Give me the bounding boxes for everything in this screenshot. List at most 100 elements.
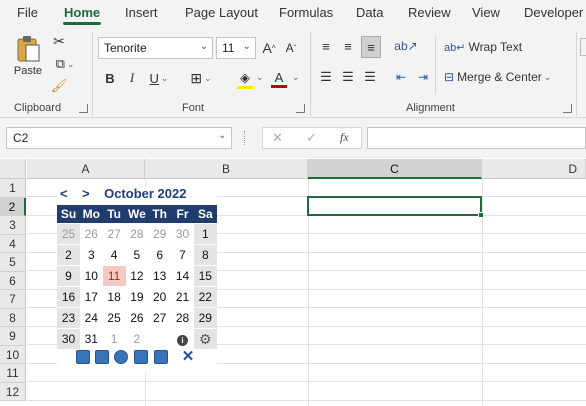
- calendar-day[interactable]: 26: [125, 308, 148, 328]
- grow-font-button[interactable]: A ^: [260, 38, 278, 58]
- calendar-day[interactable]: 20: [148, 287, 171, 307]
- tab-insert[interactable]: Insert: [125, 5, 158, 20]
- calendar-day[interactable]: 10: [80, 266, 103, 286]
- calendar-view-button[interactable]: [154, 350, 168, 364]
- row-header-5[interactable]: 5: [0, 253, 26, 272]
- calendar-day[interactable]: 8: [193, 245, 217, 265]
- calendar-day[interactable]: 28: [125, 224, 148, 244]
- tab-data[interactable]: Data: [356, 5, 383, 20]
- calendar-day[interactable]: 29: [148, 224, 171, 244]
- select-all-corner[interactable]: [0, 159, 26, 179]
- top-align-button[interactable]: ≡: [317, 37, 335, 55]
- row-header-9[interactable]: 9: [0, 327, 26, 346]
- calendar-day[interactable]: 28: [171, 308, 194, 328]
- row-header-12[interactable]: 12: [0, 382, 26, 401]
- prev-month-button[interactable]: <: [60, 186, 68, 201]
- row-header-4[interactable]: 4: [0, 234, 26, 253]
- calendar-day[interactable]: 18: [103, 287, 126, 307]
- chevron-down-icon[interactable]: ⌄: [218, 130, 226, 141]
- bottom-align-button[interactable]: ≡: [361, 36, 381, 58]
- row-header-7[interactable]: 7: [0, 290, 26, 309]
- calendar-day[interactable]: 29: [193, 308, 217, 328]
- calendar-day[interactable]: 13: [148, 266, 171, 286]
- font-size-combo[interactable]: 11 ⌄: [216, 37, 256, 59]
- calendar-day[interactable]: [148, 329, 171, 349]
- font-launcher-icon[interactable]: [296, 104, 305, 113]
- calendar-day[interactable]: 19: [125, 287, 148, 307]
- calendar-day[interactable]: 26: [80, 224, 103, 244]
- calendar-day[interactable]: 27: [148, 308, 171, 328]
- selected-cell-c2[interactable]: [307, 196, 482, 216]
- next-month-button[interactable]: >: [82, 186, 90, 201]
- column-header-c[interactable]: C: [308, 159, 482, 179]
- calendar-day[interactable]: 11: [102, 266, 126, 286]
- enter-icon[interactable]: ✓: [306, 130, 317, 146]
- calendar-day[interactable]: 25: [103, 308, 126, 328]
- calendar-day[interactable]: 7: [171, 245, 194, 265]
- calendar-day[interactable]: 23: [57, 308, 80, 328]
- insert-function-icon[interactable]: fx: [340, 130, 349, 145]
- calendar-day[interactable]: 9: [57, 266, 80, 286]
- calendar-day[interactable]: 31: [80, 329, 103, 349]
- cut-button[interactable]: ✂: [50, 32, 68, 50]
- underline-button[interactable]: U ⌄: [146, 68, 172, 88]
- calendar-day[interactable]: 30: [57, 329, 80, 349]
- font-name-combo[interactable]: Tenorite ⌄: [98, 37, 213, 59]
- calendar-day[interactable]: 21: [171, 287, 194, 307]
- chevron-down-icon[interactable]: ⌄: [256, 72, 264, 83]
- font-color-button[interactable]: A: [268, 68, 290, 90]
- calendar-day[interactable]: 30: [171, 224, 194, 244]
- tab-page-layout[interactable]: Page Layout: [185, 5, 258, 20]
- increase-indent-button[interactable]: ⇥: [414, 68, 432, 86]
- row-header-6[interactable]: 6: [0, 271, 26, 290]
- calendar-day[interactable]: 1: [193, 224, 217, 244]
- orientation-button[interactable]: ab↗: [392, 37, 420, 55]
- align-right-button[interactable]: ☰: [361, 68, 379, 86]
- formula-input[interactable]: [367, 127, 586, 149]
- clipboard-launcher-icon[interactable]: [79, 104, 88, 113]
- row-header-8[interactable]: 8: [0, 308, 26, 327]
- tab-developer[interactable]: Developer: [524, 5, 583, 20]
- calendar-day[interactable]: 5: [125, 245, 148, 265]
- gear-icon[interactable]: ⚙: [193, 329, 217, 349]
- borders-button[interactable]: ⊞ ⌄: [186, 68, 216, 88]
- column-header-a[interactable]: A: [27, 159, 145, 179]
- calendar-day[interactable]: 1: [103, 329, 126, 349]
- calendar-day[interactable]: 14: [171, 266, 194, 286]
- column-header-d[interactable]: D: [482, 159, 586, 179]
- calendar-day[interactable]: 12: [125, 266, 148, 286]
- name-box[interactable]: C2: [6, 127, 232, 149]
- month-year-label[interactable]: October 2022: [104, 186, 186, 201]
- cancel-icon[interactable]: ✕: [272, 130, 283, 146]
- align-left-button[interactable]: ☰: [317, 68, 335, 86]
- number-format-combo[interactable]: [580, 38, 586, 56]
- week-number-button[interactable]: [114, 350, 128, 364]
- calendar-day[interactable]: 22: [193, 287, 217, 307]
- format-painter-button[interactable]: 🖌: [50, 77, 68, 95]
- calendar-day[interactable]: 17: [80, 287, 103, 307]
- column-header-b[interactable]: B: [145, 159, 308, 179]
- row-header-2[interactable]: 2: [0, 197, 26, 216]
- wrap-text-button[interactable]: ab↵ Wrap Text: [444, 38, 524, 56]
- row-header-3[interactable]: 3: [0, 216, 26, 235]
- info-icon[interactable]: i: [171, 329, 194, 349]
- close-icon[interactable]: ✕: [181, 349, 195, 364]
- resize-handle[interactable]: [244, 131, 246, 145]
- insert-datetime-button[interactable]: [95, 350, 109, 364]
- shrink-font-button[interactable]: Aˇ: [282, 38, 300, 58]
- insert-date-button[interactable]: [76, 350, 90, 364]
- decrease-indent-button[interactable]: ⇤: [392, 68, 410, 86]
- calendar-day[interactable]: 4: [103, 245, 126, 265]
- tab-home[interactable]: Home: [64, 5, 100, 20]
- merge-center-button[interactable]: ⊟ Merge & Center ⌄: [444, 68, 562, 86]
- middle-align-button[interactable]: ≡: [339, 37, 357, 55]
- chevron-down-icon[interactable]: ⌄: [292, 72, 300, 83]
- calendar-day[interactable]: 2: [125, 329, 148, 349]
- calendar-day[interactable]: 3: [80, 245, 103, 265]
- row-header-10[interactable]: 10: [0, 345, 26, 364]
- italic-button[interactable]: I: [124, 68, 140, 88]
- calendar-day[interactable]: 15: [193, 266, 217, 286]
- calendar-day[interactable]: 6: [148, 245, 171, 265]
- align-center-button[interactable]: ☰: [339, 68, 357, 86]
- calendar-day[interactable]: 27: [103, 224, 126, 244]
